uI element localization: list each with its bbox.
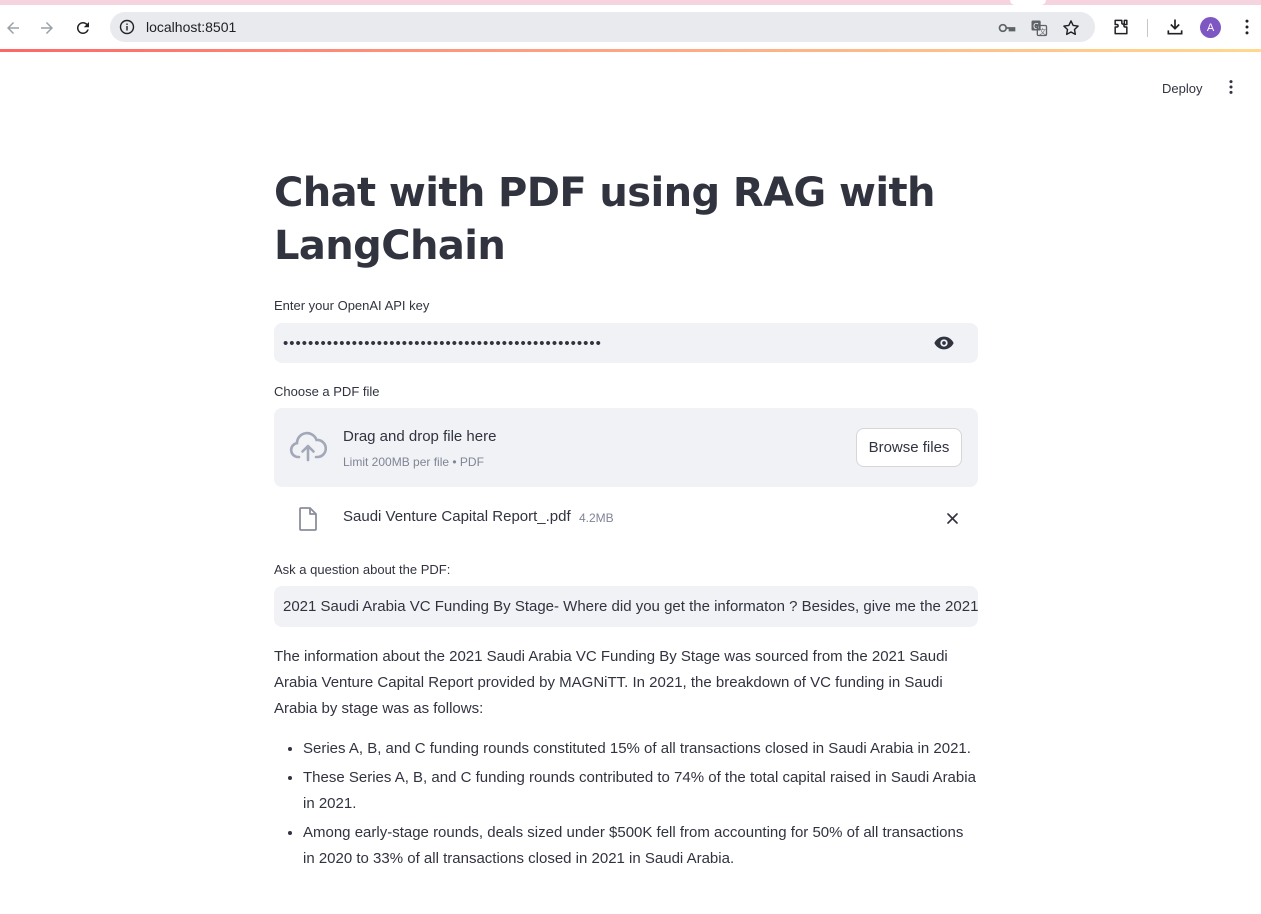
svg-text:文: 文 xyxy=(1039,27,1046,36)
deploy-button[interactable]: Deploy xyxy=(1152,76,1212,100)
back-icon[interactable] xyxy=(0,15,26,41)
remove-file-icon[interactable] xyxy=(942,508,962,528)
file-name: Saudi Venture Capital Report_.pdf xyxy=(343,508,571,525)
site-info-icon[interactable] xyxy=(119,19,135,35)
list-item: These Series A, B, and C funding rounds … xyxy=(303,765,978,817)
app-accent-line xyxy=(0,49,1261,52)
question-field xyxy=(274,586,978,627)
api-key-label: Enter your OpenAI API key xyxy=(274,298,430,313)
list-item: Series A, B, and C funding rounds consti… xyxy=(303,736,978,762)
cloud-upload-icon xyxy=(289,431,327,462)
uploaded-file: Saudi Venture Capital Report_.pdf 4.2MB xyxy=(274,487,978,549)
file-dropzone[interactable]: Drag and drop file here Limit 200MB per … xyxy=(274,408,978,487)
profile-avatar[interactable]: A xyxy=(1200,17,1221,38)
url-text[interactable]: localhost:8501 xyxy=(146,19,236,35)
browser-menu-icon[interactable] xyxy=(1235,15,1259,39)
key-icon[interactable] xyxy=(997,18,1017,38)
pdf-uploader-label: Choose a PDF file xyxy=(274,384,380,399)
download-icon[interactable] xyxy=(1163,15,1187,39)
svg-text:G: G xyxy=(1033,22,1039,31)
browser-toolbar: localhost:8501 G文 A xyxy=(0,5,1261,50)
reload-icon[interactable] xyxy=(70,15,96,41)
api-key-input[interactable] xyxy=(274,323,924,363)
show-password-icon[interactable] xyxy=(933,333,955,353)
list-item: Among early-stage rounds, deals sized un… xyxy=(303,820,978,872)
answer-block: The information about the 2021 Saudi Ara… xyxy=(274,644,978,872)
dropzone-instructions: Drag and drop file here xyxy=(343,428,497,445)
address-bar[interactable]: localhost:8501 G文 xyxy=(110,12,1095,42)
app-menu-icon[interactable] xyxy=(1221,77,1241,97)
browse-files-button[interactable]: Browse files xyxy=(856,428,962,467)
question-input[interactable] xyxy=(274,586,978,627)
api-key-field xyxy=(274,323,978,363)
dropzone-limit: Limit 200MB per file • PDF xyxy=(343,455,484,469)
file-size: 4.2MB xyxy=(579,511,614,525)
translate-icon[interactable]: G文 xyxy=(1029,18,1049,38)
forward-icon[interactable] xyxy=(34,15,60,41)
question-label: Ask a question about the PDF: xyxy=(274,562,451,577)
extensions-icon[interactable] xyxy=(1109,15,1133,39)
answer-list: Series A, B, and C funding rounds consti… xyxy=(274,736,978,872)
bookmark-star-icon[interactable] xyxy=(1061,18,1081,38)
answer-intro: The information about the 2021 Saudi Ara… xyxy=(274,648,948,717)
toolbar-separator xyxy=(1147,19,1148,37)
file-icon xyxy=(299,507,317,531)
main-content: Chat with PDF using RAG with LangChain E… xyxy=(274,160,978,875)
page-title: Chat with PDF using RAG with LangChain xyxy=(274,170,935,269)
